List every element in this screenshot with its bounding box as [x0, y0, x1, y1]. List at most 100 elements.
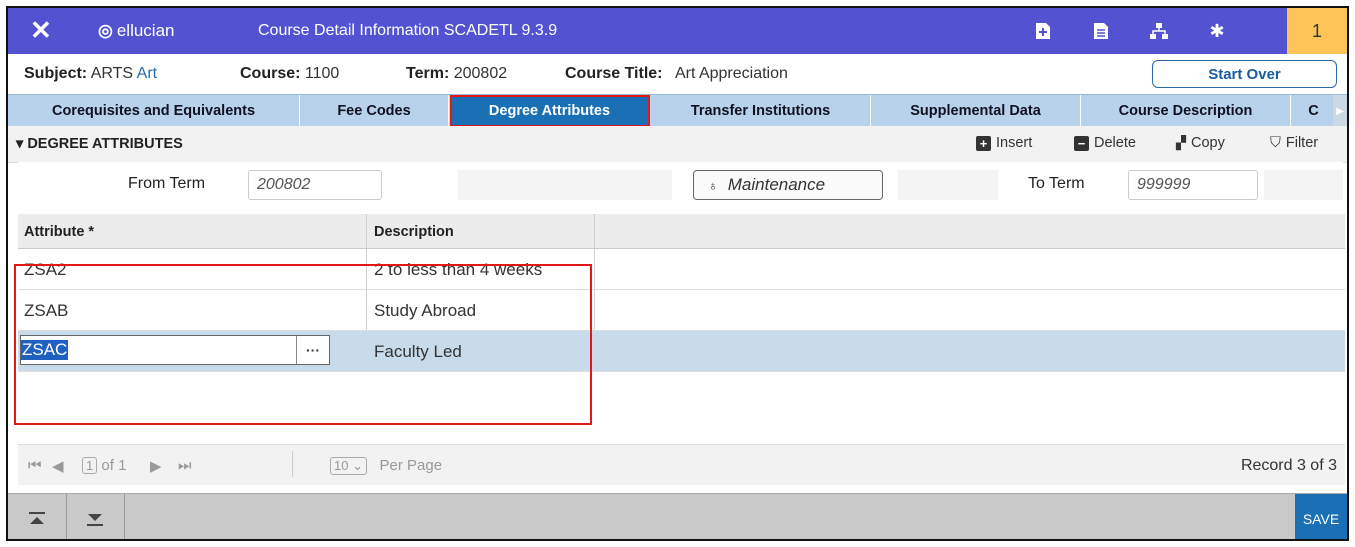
copy-button[interactable]: ▞ Copy: [1176, 135, 1225, 151]
subject-value: ARTS: [90, 65, 134, 82]
subject-field: Subject: ARTS Art: [24, 65, 157, 83]
record-count: Record 3 of 3: [1240, 457, 1337, 474]
delete-button[interactable]: − Delete: [1074, 135, 1136, 151]
brand: ◎ ellucian: [98, 21, 175, 41]
attribute-grid: Attribute * Description ZSA2 2 to less t…: [18, 214, 1345, 396]
column-divider: [594, 214, 595, 248]
section-title[interactable]: ▾ DEGREE ATTRIBUTES: [16, 136, 183, 152]
column-divider: [366, 249, 367, 289]
table-row[interactable]: ZSA2 2 to less than 4 weeks: [18, 249, 1345, 290]
app-frame: ✕ ◎ ellucian Course Detail Information SC…: [6, 6, 1349, 541]
delete-icon: −: [1074, 135, 1089, 151]
subject-description: Art: [136, 65, 158, 82]
from-term-label: From Term: [128, 175, 206, 192]
collapse-icon[interactable]: ▾: [16, 136, 23, 152]
filter-spacer: [458, 170, 672, 200]
filter-button[interactable]: ⛉ Filter: [1270, 135, 1318, 151]
grid-header: Attribute * Description: [18, 214, 1345, 249]
add-document-icon[interactable]: [1028, 16, 1058, 46]
gear-icon[interactable]: ✱: [1202, 16, 1232, 46]
term-field: Term: 200802: [406, 65, 507, 83]
column-divider: [366, 214, 367, 248]
maintenance-label: Maintenance: [727, 175, 826, 194]
pager: ⏮ ◀ 1 of 1 ▶ ⏭ 10 ⌄ Per Page Record 3 of…: [18, 444, 1345, 485]
course-title-label: Course Title:: [565, 65, 663, 82]
column-attribute[interactable]: Attribute *: [24, 224, 94, 240]
to-term-input[interactable]: 999999: [1128, 170, 1258, 200]
tab-bar: Corequisites and Equivalents Fee Codes D…: [8, 94, 1347, 135]
key-block: Subject: ARTS Art Course: 1100 Term: 200…: [8, 54, 1347, 94]
filter-icon: ⛉: [1270, 135, 1281, 151]
pager-divider: [292, 451, 293, 477]
filter-spacer-2: [898, 170, 998, 200]
tab-supplemental-data[interactable]: Supplemental Data: [871, 95, 1081, 127]
term-value: 200802: [453, 65, 508, 82]
chevron-down-icon: ⌄: [352, 458, 363, 473]
course-label: Course:: [240, 65, 301, 82]
course-value: 1100: [304, 65, 340, 82]
lookup-ellipsis-icon[interactable]: ···: [296, 336, 329, 364]
tab-corequisites[interactable]: Corequisites and Equivalents: [8, 95, 300, 127]
filter-row: From Term 200802 ♁ Maintenance To Term 99…: [18, 162, 1343, 212]
per-page-select[interactable]: 10 ⌄: [330, 457, 367, 475]
user-icon: ♁: [708, 177, 718, 193]
description-cell: 2 to less than 4 weeks: [374, 260, 543, 279]
tab-course-description[interactable]: Course Description: [1081, 95, 1291, 127]
filter-spacer-3: [1264, 170, 1343, 200]
copy-icon: ▞: [1176, 135, 1186, 150]
attribute-cell[interactable]: ZSAB: [24, 301, 68, 321]
from-term-input[interactable]: 200802: [248, 170, 382, 200]
previous-page-icon[interactable]: ◀: [52, 457, 64, 475]
column-divider: [366, 290, 367, 330]
maintenance-button[interactable]: ♁ Maintenance: [693, 170, 883, 200]
course-title-value: Art Appreciation: [674, 65, 788, 82]
attribute-cell[interactable]: ZSA2: [24, 260, 67, 280]
term-label: Term:: [406, 65, 450, 82]
per-page-value: 10: [334, 458, 349, 473]
table-row-selected[interactable]: ZSAC ··· Faculty Led: [18, 331, 1345, 372]
tab-fee-codes[interactable]: Fee Codes: [300, 95, 449, 127]
close-icon[interactable]: ✕: [30, 14, 52, 46]
table-row[interactable]: ZSAB Study Abroad: [18, 290, 1345, 331]
course-field: Course: 1100: [240, 65, 339, 83]
attribute-edit-input[interactable]: ZSAC ···: [20, 335, 330, 365]
scroll-top-icon[interactable]: [8, 494, 67, 539]
subject-label: Subject:: [24, 65, 88, 82]
save-button[interactable]: SAVE: [1295, 494, 1347, 539]
insert-label: Insert: [996, 135, 1033, 151]
per-page-control: 10 ⌄ Per Page: [330, 457, 442, 475]
next-page-icon[interactable]: ▶: [150, 457, 162, 475]
column-divider: [594, 249, 595, 289]
scroll-bottom-icon[interactable]: [66, 494, 125, 539]
top-bar: ✕ ◎ ellucian Course Detail Information SC…: [8, 8, 1347, 54]
description-cell: Study Abroad: [374, 301, 477, 320]
delete-label: Delete: [1094, 135, 1136, 151]
page-indicator: 1 of 1: [82, 457, 126, 474]
footer-bar: SAVE: [8, 493, 1347, 539]
insert-button[interactable]: + Insert: [976, 135, 1032, 151]
column-description[interactable]: Description: [374, 224, 454, 240]
course-title-field: Course Title: Art Appreciation: [565, 65, 788, 83]
related-icon[interactable]: [1144, 16, 1174, 46]
page-title: Course Detail Information SCADETL 9.3.9: [258, 22, 558, 39]
start-over-button[interactable]: Start Over: [1152, 60, 1337, 88]
insert-icon: +: [976, 135, 991, 151]
brand-name: ellucian: [116, 21, 175, 40]
tab-degree-attributes[interactable]: Degree Attributes: [450, 95, 650, 135]
per-page-label: Per Page: [379, 457, 443, 474]
section-title-text: DEGREE ATTRIBUTES: [27, 136, 183, 152]
page-input[interactable]: 1: [82, 457, 98, 474]
tab-scroll-right-icon[interactable]: ▶: [1333, 95, 1347, 127]
description-cell: Faculty Led: [374, 342, 462, 361]
notification-count[interactable]: 1: [1287, 8, 1347, 54]
filter-label: Filter: [1285, 135, 1319, 151]
page-of: of 1: [101, 457, 127, 474]
tab-more[interactable]: C: [1291, 95, 1337, 127]
first-page-icon[interactable]: ⏮: [28, 457, 42, 474]
grid-empty-space: [18, 372, 1345, 396]
attribute-edit-value[interactable]: ZSAC: [21, 340, 69, 360]
last-page-icon[interactable]: ⏭: [178, 457, 192, 474]
ellucian-logo-icon: ◎: [98, 21, 113, 40]
document-icon[interactable]: [1086, 16, 1116, 46]
tab-transfer-institutions[interactable]: Transfer Institutions: [651, 95, 871, 127]
